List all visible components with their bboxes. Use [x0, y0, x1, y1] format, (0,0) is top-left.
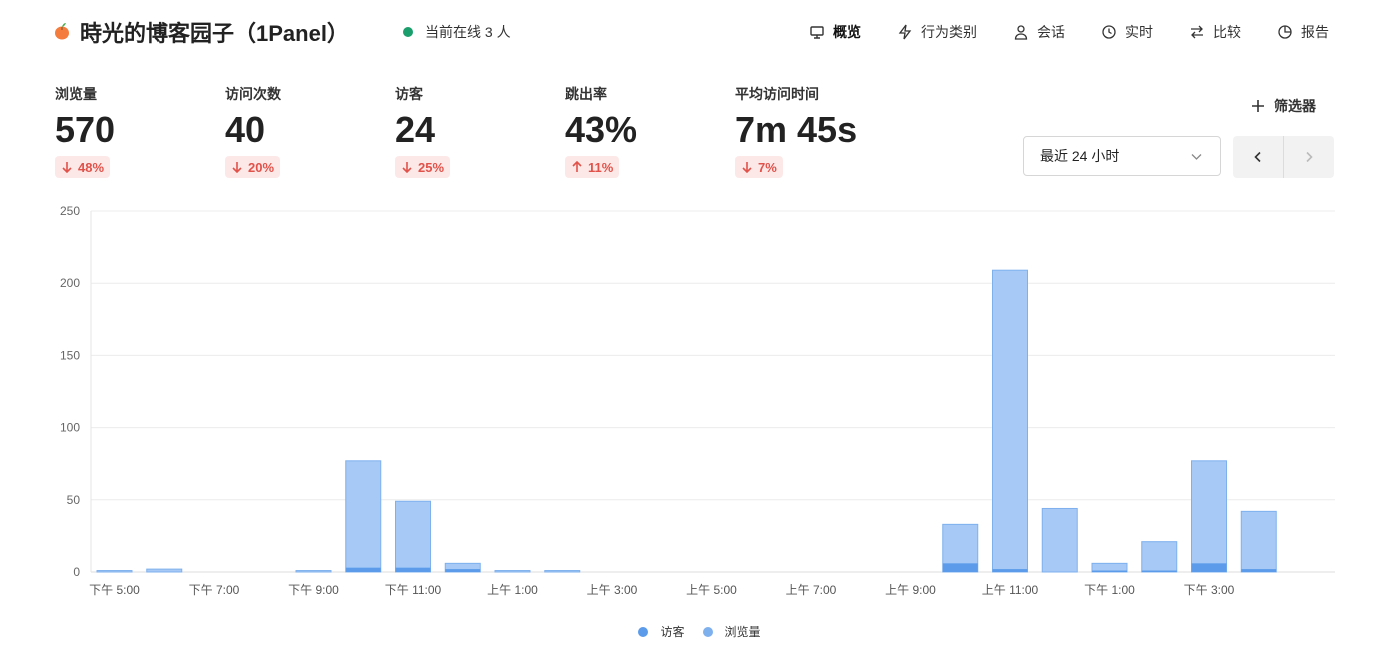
metric-change-badge: 11% [565, 156, 620, 178]
metric-visitors[interactable]: 访客 24 25% [395, 84, 451, 178]
header: 時光的博客园子（1Panel） 当前在线 3 人 概览 行为类别 会话 实时 比… [0, 0, 1399, 64]
x-tick-label: 下午 5:00 [89, 583, 140, 597]
nav-realtime[interactable]: 实时 [1101, 20, 1153, 44]
x-tick-label: 上午 11:00 [982, 583, 1039, 597]
x-tick-label: 下午 11:00 [385, 583, 442, 597]
swap-icon [1191, 25, 1203, 39]
next-period-button[interactable] [1284, 136, 1334, 178]
traffic-chart: 0 50 100 150 200 250 下午 5:00 下午 7:00 下午 9:00 下午 1… [60, 204, 1335, 597]
chevron-down-icon [1191, 154, 1202, 160]
metric-change-badge: 7% [735, 156, 783, 178]
pageviews-bar [1191, 460, 1227, 573]
pageviews-bar [1141, 541, 1178, 573]
pageviews-bar [1041, 507, 1078, 573]
pageviews-bar [494, 570, 531, 573]
visitors-bar [1092, 570, 1127, 572]
arrow-down-icon [232, 162, 242, 173]
arrow-down-icon [402, 162, 412, 173]
visitors-bar [1191, 563, 1227, 572]
y-tick-label: 250 [60, 204, 80, 218]
arrow-down-icon [742, 162, 752, 173]
peach-logo-icon [55, 23, 69, 40]
clock-icon [1102, 25, 1116, 39]
metric-pageviews[interactable]: 浏览量 570 48% [55, 84, 115, 178]
visitors-bar [1241, 569, 1277, 572]
metric-value: 40 [225, 109, 266, 150]
metric-avg-visit-time[interactable]: 平均访问时间 7m 45s 7% [735, 84, 857, 178]
pageviews-bar [345, 460, 382, 573]
metric-change-badge: 48% [55, 156, 111, 178]
metric-value: 24 [395, 109, 436, 150]
y-tick-label: 150 [60, 348, 80, 362]
online-text: 当前在线 3 人 [425, 24, 511, 40]
chart-legend: 访客 浏览量 [0, 623, 1399, 640]
metric-change-badge: 25% [395, 156, 451, 178]
visitors-bar [445, 569, 481, 572]
metric-bounce-rate[interactable]: 跳出率 43% 11% [565, 84, 637, 178]
date-range-value: 最近 24 小时 [1040, 148, 1120, 164]
x-tick-label: 下午 3:00 [1184, 583, 1235, 597]
legend-swatch [702, 626, 713, 637]
pageviews-bar [395, 500, 431, 573]
x-tick-label: 下午 7:00 [189, 583, 240, 597]
metric-value: 570 [55, 109, 116, 150]
plus-icon [1252, 100, 1264, 112]
nav-sessions[interactable]: 会话 [1013, 20, 1065, 44]
x-tick-label: 上午 9:00 [885, 583, 936, 597]
date-pager [1233, 136, 1335, 178]
site-title: 時光的博客园子（1Panel） [80, 21, 349, 46]
filter-button[interactable]: 筛选器 [1251, 96, 1316, 116]
pie-chart-icon [1278, 25, 1292, 39]
visitors-bar [992, 569, 1028, 572]
online-indicator: 当前在线 3 人 [403, 22, 511, 42]
pageviews-bar [146, 568, 183, 573]
metric-label: 访问次数 [225, 86, 281, 102]
x-tick-label: 上午 5:00 [686, 583, 737, 597]
x-tick-label: 下午 1:00 [1084, 583, 1135, 597]
nav-overview[interactable]: 概览 [809, 20, 861, 44]
monitor-icon [810, 26, 824, 39]
online-dot-icon [403, 27, 413, 37]
legend-swatch [638, 626, 649, 637]
legend-item-pageviews[interactable]: 浏览量 [702, 623, 761, 640]
chevron-right-icon [1306, 151, 1313, 163]
date-range-select[interactable]: 最近 24 小时 [1023, 136, 1221, 176]
metric-label: 平均访问时间 [735, 86, 819, 102]
pageviews-bar [544, 570, 581, 573]
metric-label: 浏览量 [55, 86, 97, 102]
lightning-icon [898, 24, 912, 40]
arrow-down-icon [62, 162, 72, 173]
nav-events[interactable]: 行为类别 [897, 20, 977, 44]
metric-change-badge: 20% [225, 156, 281, 178]
y-tick-label: 200 [60, 276, 80, 290]
metric-label: 访客 [395, 86, 423, 102]
x-tick-label: 上午 1:00 [487, 583, 538, 597]
pageviews-bar [295, 570, 332, 573]
metric-value: 7m 45s [735, 109, 858, 150]
pageviews-bar [992, 269, 1028, 573]
metric-label: 跳出率 [565, 86, 607, 102]
nav-reports[interactable]: 报告 [1277, 20, 1329, 44]
y-tick-label: 100 [60, 421, 80, 435]
x-tick-label: 下午 9:00 [288, 583, 339, 597]
pageviews-bar [96, 570, 133, 573]
chevron-left-icon [1254, 151, 1261, 163]
metric-visits[interactable]: 访问次数 40 20% [225, 84, 281, 178]
user-icon [1014, 25, 1028, 40]
visitors-bar [1141, 570, 1177, 572]
x-tick-label: 上午 7:00 [786, 583, 837, 597]
visitors-bar [395, 567, 431, 572]
x-tick-label: 上午 3:00 [587, 583, 638, 597]
prev-period-button[interactable] [1233, 136, 1284, 178]
top-nav: 概览 行为类别 会话 实时 比较 报告 [773, 20, 1329, 44]
y-tick-label: 50 [67, 493, 81, 507]
arrow-up-icon [572, 161, 582, 172]
visitors-bar [345, 567, 381, 572]
pageviews-bar [1240, 510, 1277, 573]
nav-compare[interactable]: 比较 [1189, 20, 1241, 44]
metric-value: 43% [565, 109, 638, 150]
y-tick-label: 0 [73, 565, 80, 579]
visitors-bar [942, 563, 978, 572]
legend-item-visitors[interactable]: 访客 [638, 623, 685, 640]
